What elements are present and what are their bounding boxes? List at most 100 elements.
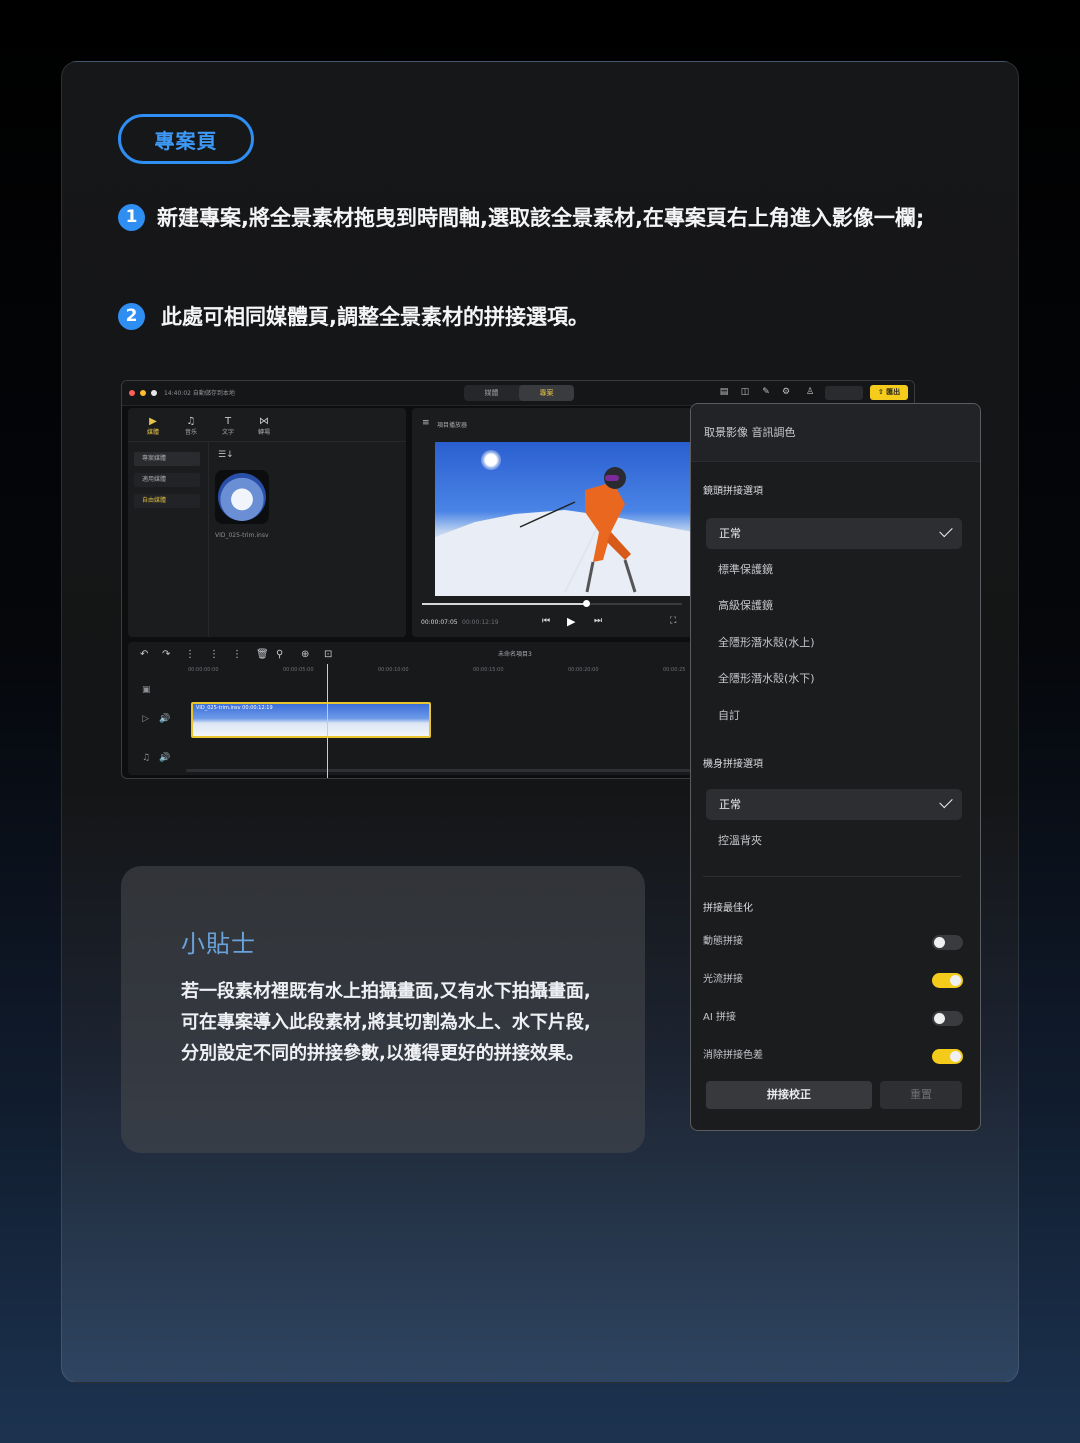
playhead[interactable] bbox=[327, 664, 328, 778]
user-icon[interactable]: ♙ bbox=[805, 387, 815, 397]
layout-icon[interactable]: ◫ bbox=[740, 387, 750, 397]
undo-icon[interactable]: ↶ bbox=[140, 649, 148, 660]
toggle-row-color-correction: 消除拼接色差 bbox=[703, 1046, 963, 1066]
toggle-row-dynamic-stitch: 動態拼接 bbox=[703, 932, 963, 952]
video-preview bbox=[435, 442, 693, 596]
step-text: 新建專案,將全景素材拖曳到時間軸,選取該全景素材,在專案頁右上角進入影像一欄; bbox=[157, 206, 925, 230]
media-filename: VID_025-trim.insv bbox=[215, 532, 269, 539]
split-icon[interactable]: ⋮ bbox=[185, 649, 195, 660]
text-track-icon: ▣ bbox=[142, 685, 151, 695]
section-badge: 專案頁 bbox=[118, 114, 254, 164]
media-panel: ▶ 媒體 ♫ 音乐 T 文字 ⋈ 轉場 專案媒體 適用媒體 自由媒體 ☰↓ VID_02… bbox=[128, 408, 406, 637]
media-thumbnail[interactable] bbox=[215, 470, 269, 524]
timeline-scrollbar[interactable] bbox=[186, 769, 706, 772]
audio-track-icon: ♫ bbox=[142, 753, 151, 763]
step-number: 1 bbox=[118, 203, 145, 231]
check-icon bbox=[939, 794, 953, 809]
project-name: 未命名項目3 bbox=[498, 651, 532, 658]
close-window-button[interactable] bbox=[129, 390, 135, 396]
tab-project[interactable]: 專案 bbox=[519, 385, 574, 401]
trim-left-icon[interactable]: ⋮ bbox=[209, 649, 219, 660]
tip-title: 小貼士 bbox=[181, 930, 256, 958]
lens-option-normal[interactable]: 正常 bbox=[706, 518, 962, 549]
sidebar-item-project-media[interactable]: 專案媒體 bbox=[134, 452, 200, 466]
settings-header: 取景影像 音訊調色 bbox=[691, 404, 980, 462]
timeline-panel: ↶ ↷ ⋮ ⋮ ⋮ 🗑 ⚲ ⊕ ⊡ 未命名項目3 00:00:00:00 00:… bbox=[128, 642, 708, 778]
step-text: 此處可相同媒體頁,調整全景素材的拼接選項。 bbox=[161, 305, 589, 329]
play-icon[interactable]: ▶ bbox=[567, 615, 575, 628]
dynamic-stitch-toggle[interactable] bbox=[932, 935, 963, 950]
body-option-normal[interactable]: 正常 bbox=[706, 789, 962, 820]
timecode-total: 00:00:12:19 bbox=[462, 619, 499, 626]
content-card: 專案頁 1 新建專案,將全景素材拖曳到時間軸,選取該全景素材,在專案頁右上角進入… bbox=[61, 61, 1019, 1383]
lens-option-standard-protector[interactable]: 標準保護鏡 bbox=[706, 554, 962, 585]
music-icon: ♫ bbox=[186, 416, 196, 427]
lens-option-dive-case-below[interactable]: 全隱形潛水殼(水下) bbox=[706, 663, 962, 694]
lens-option-custom[interactable]: 自訂 bbox=[706, 700, 962, 731]
add-icon[interactable]: ⊕ bbox=[301, 649, 309, 660]
stitching-settings-panel: 取景影像 音訊調色 鏡頭拼接選項 正常 標準保護鏡 高級保護鏡 全隱形潛水殼(水… bbox=[690, 403, 981, 1131]
trim-right-icon[interactable]: ⋮ bbox=[232, 649, 242, 660]
panel-tab-audio[interactable]: ♫ 音乐 bbox=[180, 416, 202, 436]
settings-icon[interactable]: ⚙ bbox=[781, 387, 791, 397]
media-sidebar: 專案媒體 適用媒體 自由媒體 bbox=[128, 442, 209, 637]
feedback-icon[interactable]: ✎ bbox=[761, 387, 771, 397]
subtitle-icon[interactable]: ▤ bbox=[719, 387, 729, 397]
check-icon bbox=[939, 523, 953, 538]
media-icon: ▶ bbox=[149, 416, 157, 427]
tip-body: 若一段素材裡既有水上拍攝畫面,又有水下拍攝畫面,可在專案導入此段素材,將其切割為… bbox=[181, 981, 591, 1064]
step-number: 2 bbox=[118, 302, 145, 330]
lens-section-title: 鏡頭拼接選項 bbox=[703, 486, 763, 497]
next-frame-icon[interactable]: ⏭ bbox=[594, 616, 602, 626]
panel-tabs: ▶ 媒體 ♫ 音乐 T 文字 ⋈ 轉場 bbox=[128, 408, 406, 442]
transition-icon: ⋈ bbox=[259, 416, 269, 427]
volume-icon[interactable]: 🔊 bbox=[159, 714, 170, 724]
sidebar-item-free-media[interactable]: 自由媒體 bbox=[134, 494, 200, 508]
timeline-clip[interactable]: VID_025-trim.insv 00:00:12:19 bbox=[191, 702, 431, 738]
tip-box: 小貼士 若一段素材裡既有水上拍攝畫面,又有水下拍攝畫面,可在專案導入此段素材,將… bbox=[121, 866, 645, 1153]
step-2: 2 此處可相同媒體頁,調整全景素材的拼接選項。 bbox=[118, 301, 589, 331]
sidebar-item-available-media[interactable]: 適用媒體 bbox=[134, 473, 200, 487]
text-icon: T bbox=[224, 416, 232, 427]
settings-tabs[interactable]: 取景影像 音訊調色 bbox=[704, 424, 796, 440]
sort-icon[interactable]: ☰↓ bbox=[218, 450, 234, 460]
toggle-row-optical-flow: 光流拼接 bbox=[703, 970, 963, 990]
divider bbox=[703, 876, 961, 877]
ai-stitch-toggle[interactable] bbox=[932, 1011, 963, 1026]
panel-tab-transition[interactable]: ⋈ 轉場 bbox=[253, 416, 275, 436]
video-track-icon: ▷ bbox=[142, 714, 149, 724]
tab-media[interactable]: 媒體 bbox=[464, 385, 519, 401]
timecode-current: 00:00:07:05 bbox=[421, 619, 458, 626]
top-tab-switch: 媒體 專案 bbox=[464, 385, 574, 401]
lens-option-premium-protector[interactable]: 高級保護鏡 bbox=[706, 590, 962, 621]
step-1: 1 新建專案,將全景素材拖曳到時間軸,選取該全景素材,在專案頁右上角進入影像一欄… bbox=[118, 202, 924, 232]
minimize-window-button[interactable] bbox=[140, 390, 146, 396]
window-title: 14:40:02 自動儲存到本地 bbox=[164, 390, 235, 397]
clip-label: VID_025-trim.insv 00:00:12:19 bbox=[196, 705, 273, 711]
playback-progress[interactable] bbox=[422, 600, 682, 607]
player-label: 項目播放器 bbox=[437, 422, 468, 429]
optical-flow-toggle[interactable] bbox=[932, 973, 963, 988]
time-ruler[interactable]: 00:00:00:00 00:00:05:00 00:00:10:00 00:0… bbox=[183, 664, 708, 678]
body-option-cooling-clip[interactable]: 控溫背夾 bbox=[706, 825, 962, 856]
audio-volume-icon[interactable]: 🔊 bbox=[159, 753, 170, 763]
skier-figure bbox=[435, 467, 693, 596]
previous-frame-icon[interactable]: ⏮ bbox=[542, 616, 550, 626]
zoom-window-button[interactable] bbox=[151, 390, 157, 396]
redo-icon[interactable]: ↷ bbox=[162, 649, 170, 660]
delete-icon[interactable]: 🗑 bbox=[256, 649, 269, 660]
stitch-calibrate-button[interactable]: 拼接校正 bbox=[706, 1081, 872, 1109]
optimize-section-title: 拼接最佳化 bbox=[703, 903, 753, 914]
lens-option-dive-case-above[interactable]: 全隱形潛水殼(水上) bbox=[706, 627, 962, 658]
keyframe-icon[interactable]: ⚲ bbox=[276, 649, 283, 660]
panel-tab-text[interactable]: T 文字 bbox=[217, 416, 239, 436]
color-correction-toggle[interactable] bbox=[932, 1049, 963, 1064]
menu-icon[interactable]: ≡ bbox=[422, 418, 430, 428]
body-section-title: 機身拼接選項 bbox=[703, 759, 763, 770]
reset-button[interactable]: 重置 bbox=[880, 1081, 962, 1109]
export-button[interactable]: ⇧ 匯出 bbox=[870, 385, 908, 400]
share-button[interactable] bbox=[825, 386, 863, 400]
panel-tab-media[interactable]: ▶ 媒體 bbox=[142, 416, 164, 436]
fullscreen-icon[interactable]: ⛶ bbox=[670, 616, 676, 626]
snapshot-icon[interactable]: ⊡ bbox=[324, 649, 332, 660]
